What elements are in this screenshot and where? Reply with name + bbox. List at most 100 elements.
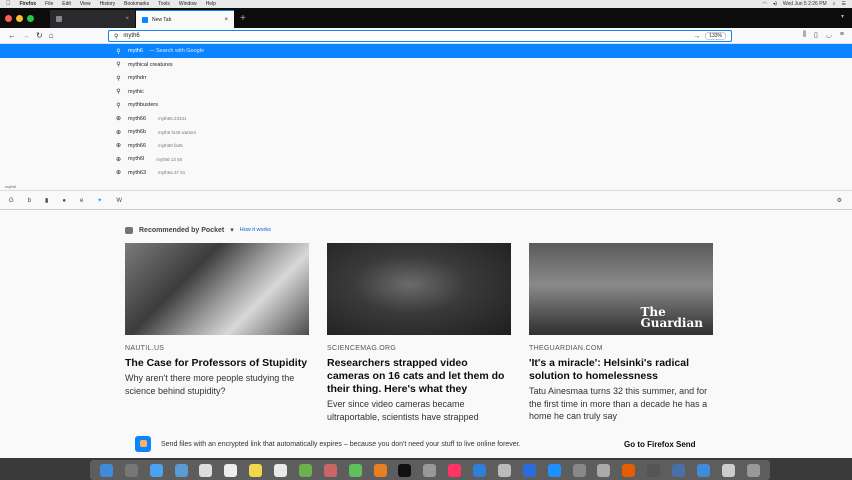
calendar-icon[interactable]: [224, 463, 238, 477]
menu-bookmarks[interactable]: Bookmarks: [124, 1, 149, 7]
apple-menu-icon[interactable]: : [6, 1, 11, 7]
tab-background[interactable]: ×: [50, 10, 135, 28]
suggestion-item[interactable]: ⚲ mythbusters: [0, 99, 852, 113]
card-title: The Case for Professors of Stupidity: [125, 357, 308, 369]
search-settings-gear-icon[interactable]: ⚙: [837, 197, 842, 204]
spotlight-icon[interactable]: ⌕: [833, 1, 836, 7]
trash-icon[interactable]: [746, 463, 760, 477]
suggestion-text: myth6l: [128, 156, 145, 163]
suggestion-item[interactable]: ⊕ myth66 myth68 fa45: [0, 139, 852, 153]
google-engine-icon[interactable]: G: [9, 198, 14, 204]
messages-icon[interactable]: [348, 463, 362, 477]
suggestion-item[interactable]: ⚲ mythic: [0, 85, 852, 99]
suggestion-item[interactable]: ⊕ myth6b myth6 fo45 wattors: [0, 126, 852, 140]
menu-app-name[interactable]: Firefox: [20, 1, 37, 7]
forward-button[interactable]: →: [22, 31, 30, 40]
suggestion-item[interactable]: ⚲ mythical creatures: [0, 58, 852, 72]
suggestion-text: myth66: [128, 142, 147, 149]
downloads-stack-icon[interactable]: [696, 463, 710, 477]
twitter-engine-icon[interactable]: ✦: [97, 197, 102, 204]
menu-view[interactable]: View: [80, 1, 91, 7]
menu-icon[interactable]: ≡: [840, 31, 844, 39]
teamviewer-icon[interactable]: [522, 463, 536, 477]
menu-edit[interactable]: Edit: [62, 1, 71, 7]
go-arrow-icon[interactable]: →: [693, 33, 700, 40]
suggestion-item[interactable]: ⚲ myth6 — Search with Google: [0, 44, 852, 58]
app-icon[interactable]: [672, 463, 686, 477]
go-to-firefox-send-link[interactable]: Go to Firefox Send: [624, 440, 696, 449]
suggestion-item[interactable]: ⚲ mythdrr: [0, 72, 852, 86]
menu-history[interactable]: History: [100, 1, 116, 7]
wifi-icon[interactable]: ◠: [762, 1, 766, 7]
url-input[interactable]: myth6: [123, 33, 139, 39]
close-tab-icon[interactable]: ×: [125, 16, 129, 22]
maps-icon[interactable]: [298, 463, 312, 477]
terminal-icon[interactable]: [398, 463, 412, 477]
app-store-icon[interactable]: [473, 463, 487, 477]
documents-stack-icon[interactable]: [721, 463, 735, 477]
suggestion-item[interactable]: ⊕ myth6l myth6l 13 45: [0, 153, 852, 167]
pocket-card[interactable]: SCIENCEMAG.ORG Researchers strapped vide…: [327, 243, 511, 423]
activity-monitor-icon[interactable]: [647, 463, 661, 477]
home-button[interactable]: ⌂: [49, 31, 54, 40]
new-tab-button[interactable]: +: [234, 10, 252, 28]
finder-icon[interactable]: [99, 463, 113, 477]
minimize-window-button[interactable]: [16, 15, 23, 22]
card-description: Tatu Ainesmaa turns 32 this summer, and …: [529, 386, 708, 421]
pocket-card[interactable]: The Guardian THEGUARDIAN.COM 'It's a mir…: [529, 243, 713, 423]
preview-icon[interactable]: [497, 463, 511, 477]
music-icon[interactable]: [448, 463, 462, 477]
tab-label: New Tab: [152, 16, 172, 23]
menu-help[interactable]: Help: [206, 1, 216, 7]
search-icon: ⚲: [116, 89, 121, 96]
close-tab-icon[interactable]: ×: [224, 17, 228, 23]
suggestion-url: myth6a 37 51: [158, 170, 186, 176]
ebay-engine-icon[interactable]: e: [80, 198, 83, 204]
pocket-heading[interactable]: Recommended by Pocket: [139, 227, 224, 234]
mac-dock: [0, 458, 852, 480]
tab-new-tab[interactable]: New Tab ×: [136, 10, 234, 28]
menu-file[interactable]: File: [45, 1, 53, 7]
system-preferences-icon[interactable]: [423, 463, 437, 477]
menu-window[interactable]: Window: [179, 1, 197, 7]
safari-icon[interactable]: [149, 463, 163, 477]
photos-icon[interactable]: [323, 463, 337, 477]
menubar-clock[interactable]: Wed Jun 5 2:26 PM: [783, 1, 827, 7]
url-bar[interactable]: ⚲ myth6 → 133%: [108, 30, 732, 42]
collapse-chevron-icon[interactable]: ▾: [230, 226, 234, 234]
facetime-icon[interactable]: [373, 463, 387, 477]
volume-icon[interactable]: ◂): [773, 1, 777, 7]
firefox-dock-icon[interactable]: [622, 463, 636, 477]
contacts-icon[interactable]: [199, 463, 213, 477]
bookmark-engine-icon[interactable]: ▮: [45, 197, 48, 204]
guardian-logo: The Guardian: [640, 306, 703, 329]
send-message: Send files with an encrypted link that a…: [161, 441, 521, 448]
notifications-icon[interactable]: ☰: [842, 1, 846, 7]
pocket-icon[interactable]: ◡: [826, 31, 832, 39]
card-thumbnail: [125, 243, 309, 335]
close-window-button[interactable]: [5, 15, 12, 22]
suggestion-item[interactable]: ⊕ myth66 myth66.23331: [0, 112, 852, 126]
search-icon: ⚲: [116, 48, 121, 55]
launchpad-icon[interactable]: [124, 463, 138, 477]
how-it-works-link[interactable]: How it works: [240, 227, 271, 233]
pocket-card[interactable]: NAUTIL.US The Case for Professors of Stu…: [125, 243, 309, 423]
skype-icon[interactable]: [547, 463, 561, 477]
bing-engine-icon[interactable]: b: [28, 198, 31, 204]
back-button[interactable]: ←: [8, 31, 16, 40]
zoom-level-badge[interactable]: 133%: [705, 32, 726, 40]
keychain-icon[interactable]: [597, 463, 611, 477]
duckduckgo-engine-icon[interactable]: ●: [62, 198, 66, 204]
sidebar-icon[interactable]: ▯: [814, 31, 818, 39]
menu-tools[interactable]: Tools: [158, 1, 170, 7]
wikipedia-engine-icon[interactable]: W: [116, 198, 122, 204]
library-icon[interactable]: ⫼: [803, 31, 806, 39]
notes-icon[interactable]: [249, 463, 263, 477]
tab-list-chevron-icon[interactable]: ▾: [841, 13, 844, 20]
mail-icon[interactable]: [174, 463, 188, 477]
reminders-icon[interactable]: [274, 463, 288, 477]
utility-icon[interactable]: [572, 463, 586, 477]
suggestion-item[interactable]: ⊕ myth63 myth6a 37 51: [0, 166, 852, 180]
zoom-window-button[interactable]: [27, 15, 34, 22]
reload-button[interactable]: ↻: [36, 31, 43, 40]
